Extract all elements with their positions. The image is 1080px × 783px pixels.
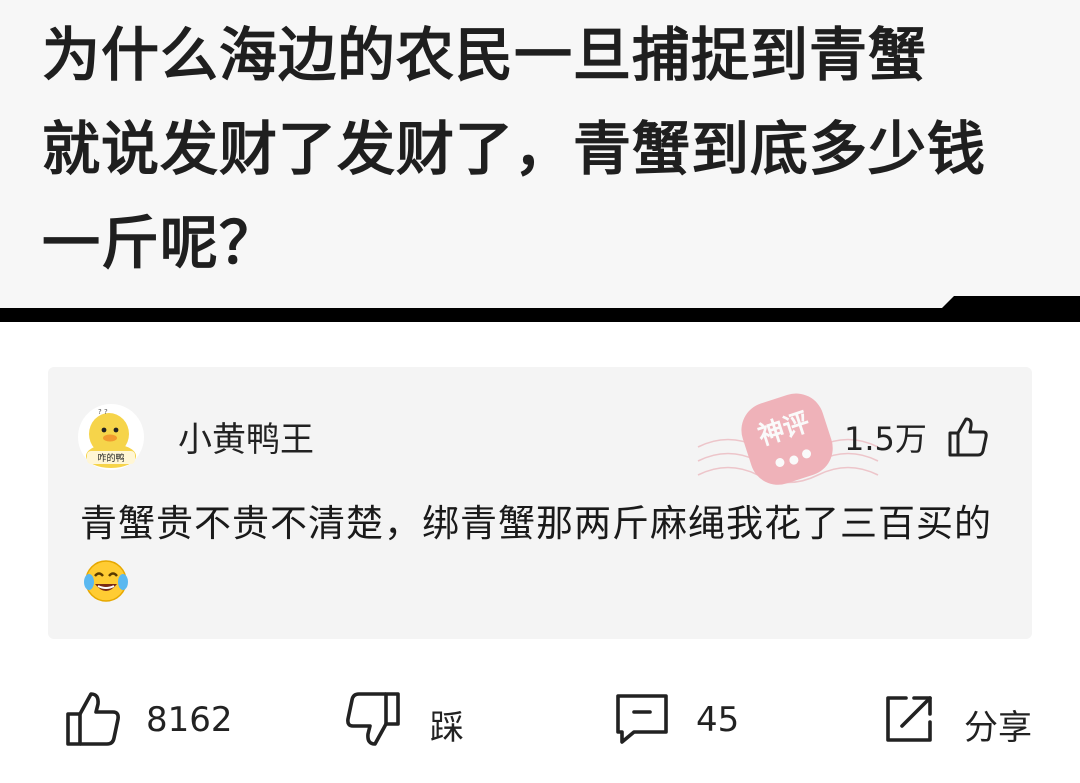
comment-card[interactable]: ? ? 咋的鸭 小黄鸭王 神评 1.5万 青蟹贵不贵不清楚，绑青蟹那两斤麻绳我花… — [48, 367, 1032, 639]
dislike-label: 踩 — [430, 708, 464, 748]
thumbs-down-icon — [346, 692, 400, 746]
action-bar: 8162 踩 45 分享 — [0, 680, 1080, 760]
thumbs-up-icon[interactable] — [946, 415, 990, 459]
comment-button[interactable]: 45 — [612, 686, 752, 752]
question-title-line-3: 一斤呢？ — [42, 209, 279, 277]
crying-laughing-emoji-icon — [84, 560, 128, 602]
comment-like-count: 1.5万 — [844, 420, 927, 458]
thumbs-up-icon — [66, 692, 120, 746]
like-button[interactable]: 8162 — [64, 686, 244, 752]
question-panel: 为什么海边的农民一旦捕捉到青蟹 就说发财了发财了，青蟹到底多少钱 一斤呢？ — [0, 0, 1080, 318]
share-label: 分享 — [964, 708, 1032, 748]
share-button[interactable]: 分享 — [880, 686, 1040, 752]
comment-count: 45 — [696, 700, 740, 740]
comment-bubble-icon — [616, 694, 668, 744]
like-count: 8162 — [146, 700, 233, 740]
question-title-line-1: 为什么海边的农民一旦捕捉到青蟹 — [42, 21, 928, 89]
svg-text:? ?: ? ? — [98, 408, 108, 416]
avatar-text: 咋的鸭 — [97, 452, 124, 464]
avatar[interactable]: ? ? 咋的鸭 — [78, 404, 144, 470]
username[interactable]: 小黄鸭王 — [178, 420, 314, 460]
comment-text: 青蟹贵不贵不清楚，绑青蟹那两斤麻绳我花了三百买的 — [80, 502, 992, 545]
share-icon — [886, 696, 932, 742]
divider-bar — [0, 308, 1080, 322]
dislike-button[interactable]: 踩 — [344, 686, 474, 752]
question-title[interactable]: 为什么海边的农民一旦捕捉到青蟹 就说发财了发财了，青蟹到底多少钱 一斤呢？ — [42, 8, 1052, 290]
question-title-line-2: 就说发财了发财了，青蟹到底多少钱 — [42, 115, 987, 183]
comment-body: 青蟹贵不贵不清楚，绑青蟹那两斤麻绳我花了三百买的 — [80, 495, 1010, 611]
